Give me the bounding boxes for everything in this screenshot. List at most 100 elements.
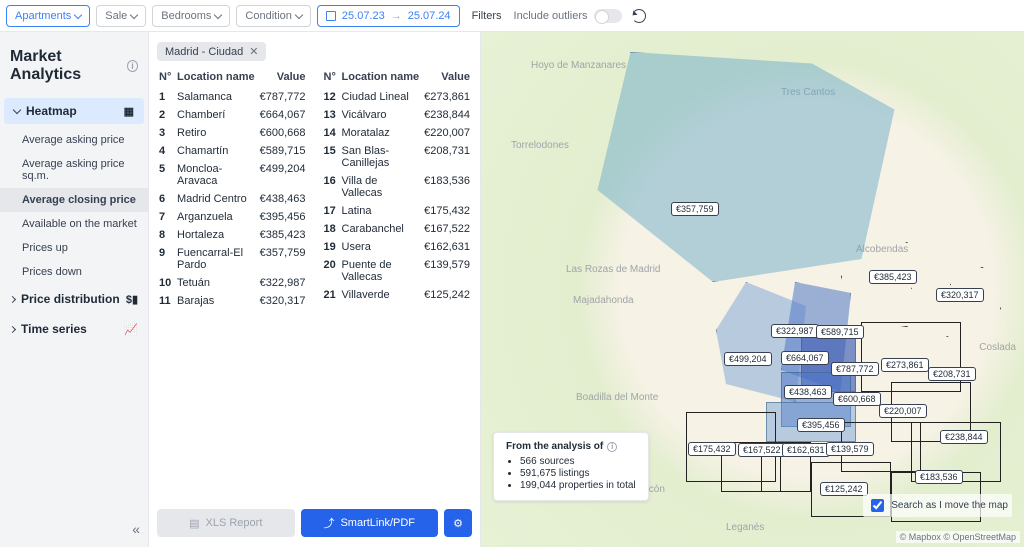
- place-label: Boadilla del Monte: [576, 392, 658, 403]
- place-label: Las Rozas de Madrid: [566, 264, 661, 275]
- table-row[interactable]: 14Moratalaz€220,007: [322, 124, 473, 142]
- place-label: Coslada: [979, 342, 1016, 353]
- ranking-table-left: N° Location name Value 1Salamanca€787,77…: [157, 67, 308, 310]
- table-row[interactable]: 5Moncloa-Aravaca€499,204: [157, 160, 308, 190]
- table-row[interactable]: 7Arganzuela€395,456: [157, 208, 308, 226]
- distribution-icon: $▮: [126, 293, 138, 306]
- price-tag[interactable]: €175,432: [688, 442, 736, 456]
- price-tag[interactable]: €499,204: [724, 352, 772, 366]
- nav-heatmap[interactable]: Heatmap ▦: [4, 98, 144, 124]
- nav-prices-up[interactable]: Prices up: [0, 236, 148, 260]
- table-row[interactable]: 9Fuencarral-El Pardo€357,759: [157, 244, 308, 274]
- nav-avg-ask[interactable]: Average asking price: [0, 128, 148, 152]
- smartlink-pdf-button[interactable]: ⤴ SmartLink/PDF: [301, 509, 439, 537]
- table-row[interactable]: 20Puente de Vallecas€139,579: [322, 256, 473, 286]
- price-tag[interactable]: €125,242: [820, 482, 868, 496]
- search-as-move-checkbox[interactable]: Search as I move the map: [863, 494, 1012, 517]
- price-tag[interactable]: €273,861: [881, 358, 929, 372]
- sidebar: Market Analytics i Heatmap ▦ Average ask…: [0, 32, 149, 547]
- page-title: Market Analytics i: [0, 32, 148, 98]
- collapse-sidebar-button[interactable]: «: [132, 521, 140, 537]
- chevron-down-icon: [74, 10, 82, 18]
- table-row[interactable]: 16Villa de Vallecas€183,536: [322, 172, 473, 202]
- place-label: Torrelodones: [511, 140, 569, 151]
- price-tag[interactable]: €664,067: [781, 351, 829, 365]
- price-tag[interactable]: €787,772: [831, 362, 879, 376]
- bedrooms-dropdown[interactable]: Bedrooms: [152, 5, 230, 27]
- sale-dropdown[interactable]: Sale: [96, 5, 146, 27]
- map-attribution: © Mapbox © OpenStreetMap: [896, 531, 1020, 543]
- info-icon[interactable]: i: [127, 60, 138, 72]
- price-tag[interactable]: €162,631: [782, 443, 830, 457]
- map-panel[interactable]: Hoyo de Manzanares Tres Cantos Torrelodo…: [481, 32, 1024, 547]
- table-row[interactable]: 1Salamanca€787,772: [157, 88, 308, 107]
- data-panel: Madrid - Ciudad ✕ N° Location name Value…: [149, 32, 481, 547]
- table-row[interactable]: 18Carabanchel€167,522: [322, 220, 473, 238]
- nav-avg-close[interactable]: Average closing price: [0, 188, 148, 212]
- table-row[interactable]: 17Latina€175,432: [322, 202, 473, 220]
- price-tag[interactable]: €167,522: [738, 443, 786, 457]
- table-row[interactable]: 4Chamartín€589,715: [157, 142, 308, 160]
- condition-dropdown[interactable]: Condition: [236, 5, 310, 27]
- chevron-down-icon: [214, 10, 222, 18]
- timeseries-icon: 📈: [124, 323, 138, 336]
- place-label: Hoyo de Manzanares: [531, 60, 626, 71]
- nav-prices-down[interactable]: Prices down: [0, 260, 148, 284]
- xls-icon: ▤: [189, 517, 199, 530]
- ranking-table-right: N° Location name Value 12Ciudad Lineal€2…: [322, 67, 473, 304]
- table-row[interactable]: 6Madrid Centro€438,463: [157, 190, 308, 208]
- chevron-down-icon: [130, 10, 138, 18]
- price-tag[interactable]: €139,579: [826, 442, 874, 456]
- price-tag[interactable]: €600,668: [833, 392, 881, 406]
- table-row[interactable]: 13Vicálvaro€238,844: [322, 106, 473, 124]
- price-tag[interactable]: €320,317: [936, 288, 984, 302]
- table-row[interactable]: 12Ciudad Lineal€273,861: [322, 88, 473, 107]
- table-row[interactable]: 10Tetuán€322,987: [157, 274, 308, 292]
- nav-price-distribution[interactable]: Price distribution $▮: [0, 284, 148, 314]
- table-row[interactable]: 8Hortaleza€385,423: [157, 226, 308, 244]
- table-row[interactable]: 21Villaverde€125,242: [322, 286, 473, 304]
- nav-time-series[interactable]: Time series 📈: [0, 314, 148, 344]
- price-tag[interactable]: €208,731: [928, 367, 976, 381]
- settings-button[interactable]: ⚙: [444, 509, 472, 537]
- price-tag[interactable]: €589,715: [816, 325, 864, 339]
- place-label: Leganés: [726, 522, 764, 533]
- nav-available[interactable]: Available on the market: [0, 212, 148, 236]
- price-tag[interactable]: €395,456: [797, 418, 845, 432]
- info-icon[interactable]: i: [607, 442, 617, 452]
- filter-bar: Apartments Sale Bedrooms Condition 25.07…: [0, 0, 1024, 32]
- nav-avg-ask-sqm[interactable]: Average asking price sq.m.: [0, 152, 148, 188]
- refresh-icon[interactable]: [632, 9, 646, 23]
- include-outliers-toggle[interactable]: [594, 9, 622, 23]
- price-tag[interactable]: €322,987: [771, 324, 819, 338]
- chevron-right-icon: [9, 295, 16, 302]
- chevron-right-icon: [9, 325, 16, 332]
- share-icon: ⤴: [323, 515, 334, 531]
- price-tag[interactable]: €183,536: [915, 470, 963, 484]
- xls-report-button[interactable]: ▤ XLS Report: [157, 509, 295, 537]
- table-row[interactable]: 19Usera€162,631: [322, 238, 473, 256]
- filters-button[interactable]: Filters: [466, 10, 508, 22]
- place-label: Majadahonda: [573, 295, 634, 306]
- analysis-summary: From the analysis of i 566 sources 591,6…: [493, 432, 649, 501]
- location-chip[interactable]: Madrid - Ciudad ✕: [157, 42, 266, 61]
- price-tag[interactable]: €220,007: [879, 404, 927, 418]
- price-tag[interactable]: €385,423: [869, 270, 917, 284]
- arrow-right-icon: →: [391, 10, 402, 22]
- table-row[interactable]: 15San Blas-Canillejas€208,731: [322, 142, 473, 172]
- include-outliers-label: Include outliers: [514, 10, 588, 22]
- checkbox-input[interactable]: [871, 499, 884, 512]
- date-range-picker[interactable]: 25.07.23 → 25.07.24: [317, 5, 460, 27]
- close-icon[interactable]: ✕: [249, 45, 258, 58]
- heatmap-icon: ▦: [124, 105, 134, 118]
- price-tag[interactable]: €238,844: [940, 430, 988, 444]
- price-tag[interactable]: €357,759: [671, 202, 719, 216]
- apartments-dropdown[interactable]: Apartments: [6, 5, 90, 27]
- table-row[interactable]: 11Barajas€320,317: [157, 292, 308, 310]
- calendar-icon: [326, 11, 336, 21]
- price-tag[interactable]: €438,463: [784, 385, 832, 399]
- gear-icon: ⚙: [453, 517, 463, 530]
- chevron-down-icon: [295, 10, 303, 18]
- table-row[interactable]: 2Chamberí€664,067: [157, 106, 308, 124]
- table-row[interactable]: 3Retiro€600,668: [157, 124, 308, 142]
